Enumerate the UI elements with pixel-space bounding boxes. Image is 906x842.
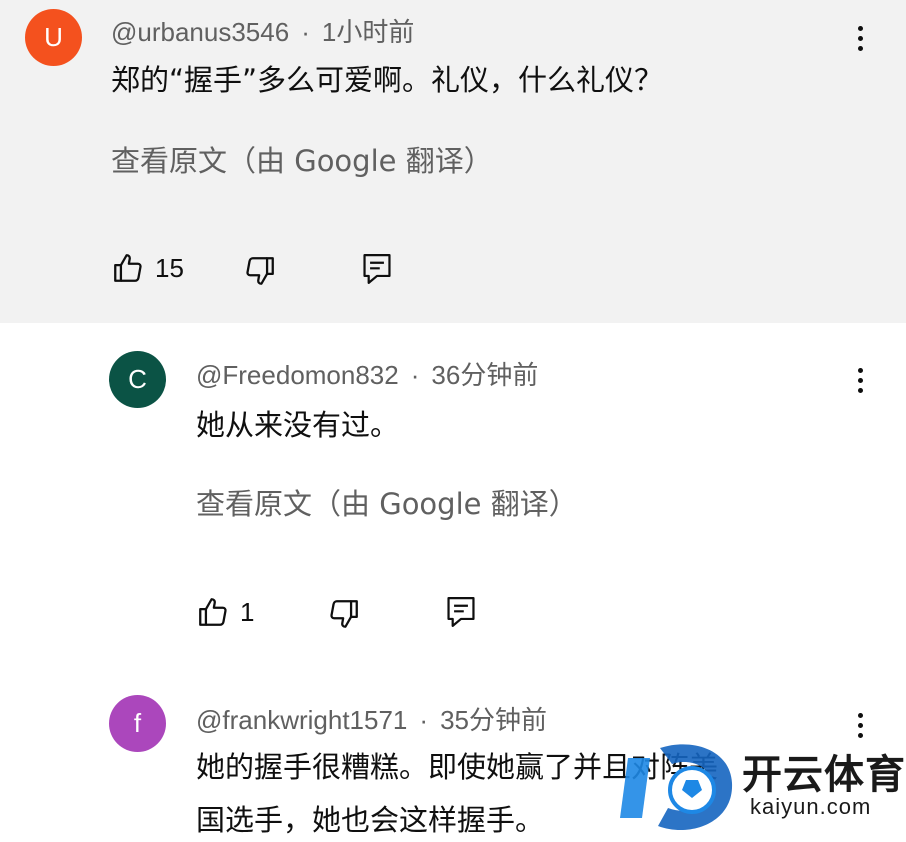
comment-username[interactable]: @urbanus3546 (111, 17, 289, 47)
reply-icon (363, 254, 391, 284)
like-button[interactable]: 1 (196, 595, 254, 629)
comment-item: U @urbanus3546 · 1小时前 郑的“握手”多么可爱啊。礼仪，什么礼仪？… (0, 0, 906, 323)
comment-time: 36分钟前 (431, 360, 539, 390)
avatar-letter: f (133, 708, 142, 738)
comment-username[interactable]: @Freedomon832 (196, 360, 399, 390)
comment-meta: @Freedomon832 · 36分钟前 (196, 355, 538, 392)
reply-icon (447, 597, 475, 627)
avatar[interactable]: f (109, 695, 166, 752)
avatar-letter: C (128, 364, 147, 394)
thumbs-down-icon (246, 257, 274, 285)
comment-text: 郑的“握手”多么可爱啊。礼仪，什么礼仪？ (111, 63, 664, 97)
more-vert-icon[interactable] (850, 18, 870, 58)
meta-separator: · (419, 705, 429, 735)
meta-separator: · (410, 360, 420, 390)
more-vert-icon[interactable] (850, 360, 870, 400)
comment-meta: @urbanus3546 · 1小时前 (111, 12, 414, 49)
thumbs-up-icon (114, 254, 142, 282)
watermark-title: 开云体育 (742, 752, 906, 798)
see-original-link[interactable]: 查看原文（由 Google 翻译） (196, 481, 578, 523)
meta-separator: · (301, 17, 310, 47)
dislike-button[interactable] (243, 254, 277, 288)
comment-time: 35分钟前 (440, 705, 547, 735)
avatar[interactable]: U (25, 9, 82, 66)
watermark-subtitle: kaiyun.com (750, 794, 872, 819)
like-count: 1 (240, 596, 255, 627)
kaiyun-logo-icon (620, 744, 733, 831)
comment-item: C @Freedomon832 · 36分钟前 她从来没有过。 查看原文（由 Goo… (0, 323, 906, 668)
comment-time: 1小时前 (321, 17, 415, 47)
watermark-logo: 开云体育 kaiyun.com (620, 738, 906, 839)
avatar-letter: U (44, 22, 63, 52)
comment-text: 她从来没有过。 (196, 408, 400, 442)
dislike-button[interactable] (327, 597, 361, 631)
see-original-link[interactable]: 查看原文（由 Google 翻译） (111, 138, 493, 180)
comment-text-line: 国选手，她也会这样握手。 (196, 803, 545, 837)
thumbs-up-icon (199, 598, 227, 626)
reply-button[interactable] (360, 251, 394, 287)
avatar[interactable]: C (109, 351, 166, 408)
reply-button[interactable] (444, 594, 478, 630)
thumbs-down-icon (330, 600, 358, 628)
comment-meta: @frankwright1571 · 35分钟前 (196, 700, 547, 737)
like-count: 15 (155, 252, 184, 283)
comment-username[interactable]: @frankwright1571 (196, 705, 407, 735)
like-button[interactable]: 15 (111, 251, 184, 285)
